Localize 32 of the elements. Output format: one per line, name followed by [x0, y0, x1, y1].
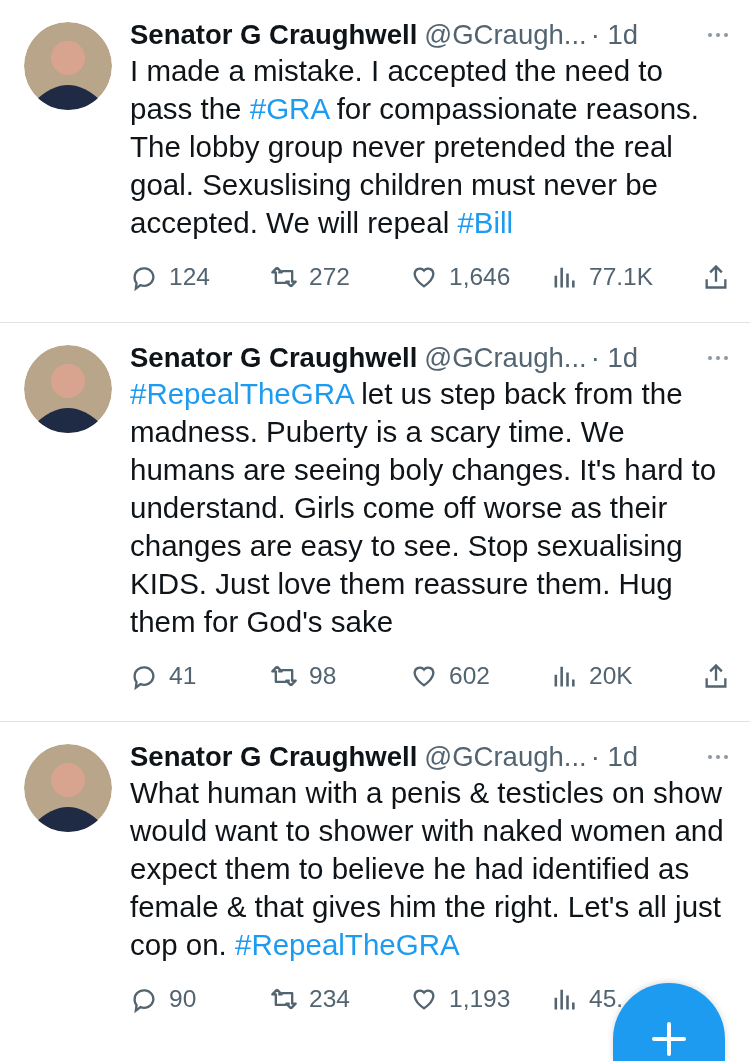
avatar[interactable] — [24, 345, 112, 433]
author-handle: @GCraugh... — [424, 342, 587, 374]
author-name[interactable]: Senator G Craughwell — [130, 342, 418, 374]
timestamp: · 1d — [590, 741, 639, 773]
like-count: 1,646 — [449, 263, 511, 291]
plus-icon — [652, 1022, 686, 1056]
author-name[interactable]: Senator G Craughwell — [130, 19, 418, 51]
like-count: 602 — [449, 662, 490, 690]
reply-count: 124 — [169, 263, 210, 291]
reply-count: 41 — [169, 662, 197, 690]
hashtag-link[interactable]: #GRA — [249, 92, 329, 125]
hashtag-link[interactable]: #RepealTheGRA — [234, 928, 460, 961]
author-name[interactable]: Senator G Craughwell — [130, 741, 418, 773]
hashtag-link[interactable]: #RepealTheGRA — [130, 377, 354, 410]
retweet-count: 272 — [309, 263, 350, 291]
timestamp: · 1d — [590, 342, 639, 374]
like-count: 1,193 — [449, 985, 511, 1013]
tweet-text: What human with a penis & testicles on show would want to shower with naked women and expect them to believe he had identified as female & that gives him the right. Let's all just cop on. #RepealTheGRA — [130, 775, 725, 963]
reply-count: 90 — [169, 985, 197, 1013]
hashtag-link[interactable]: #Bill — [457, 206, 514, 239]
author-handle: @GCraugh... — [424, 741, 587, 773]
avatar[interactable] — [24, 22, 112, 110]
tweet-text: #RepealTheGRA let us step back from the madness. Puberty is a scary time. We humans are seeing boly changes. It's hard to understand. Girls come off worse as their changes are easy to see. Stop sexualising KIDS. Just love them reassure them. Hug them for God's sake — [130, 376, 718, 640]
author-handle: @GCraugh... — [424, 19, 587, 51]
retweet-count: 98 — [309, 662, 337, 690]
avatar[interactable] — [24, 744, 112, 832]
retweet-count: 234 — [309, 985, 350, 1013]
view-count: 45. — [589, 985, 624, 1013]
view-count: 20K — [589, 662, 633, 690]
view-count: 77.1K — [589, 263, 654, 291]
timestamp: · 1d — [590, 19, 639, 51]
tweet-text: I made a mistake. I accepted the need to pass the #GRA for compassionate reasons. The lobby group never pretended the real goal. Sexuslising children must never be accepted. We will repeal #Bill — [130, 53, 701, 241]
